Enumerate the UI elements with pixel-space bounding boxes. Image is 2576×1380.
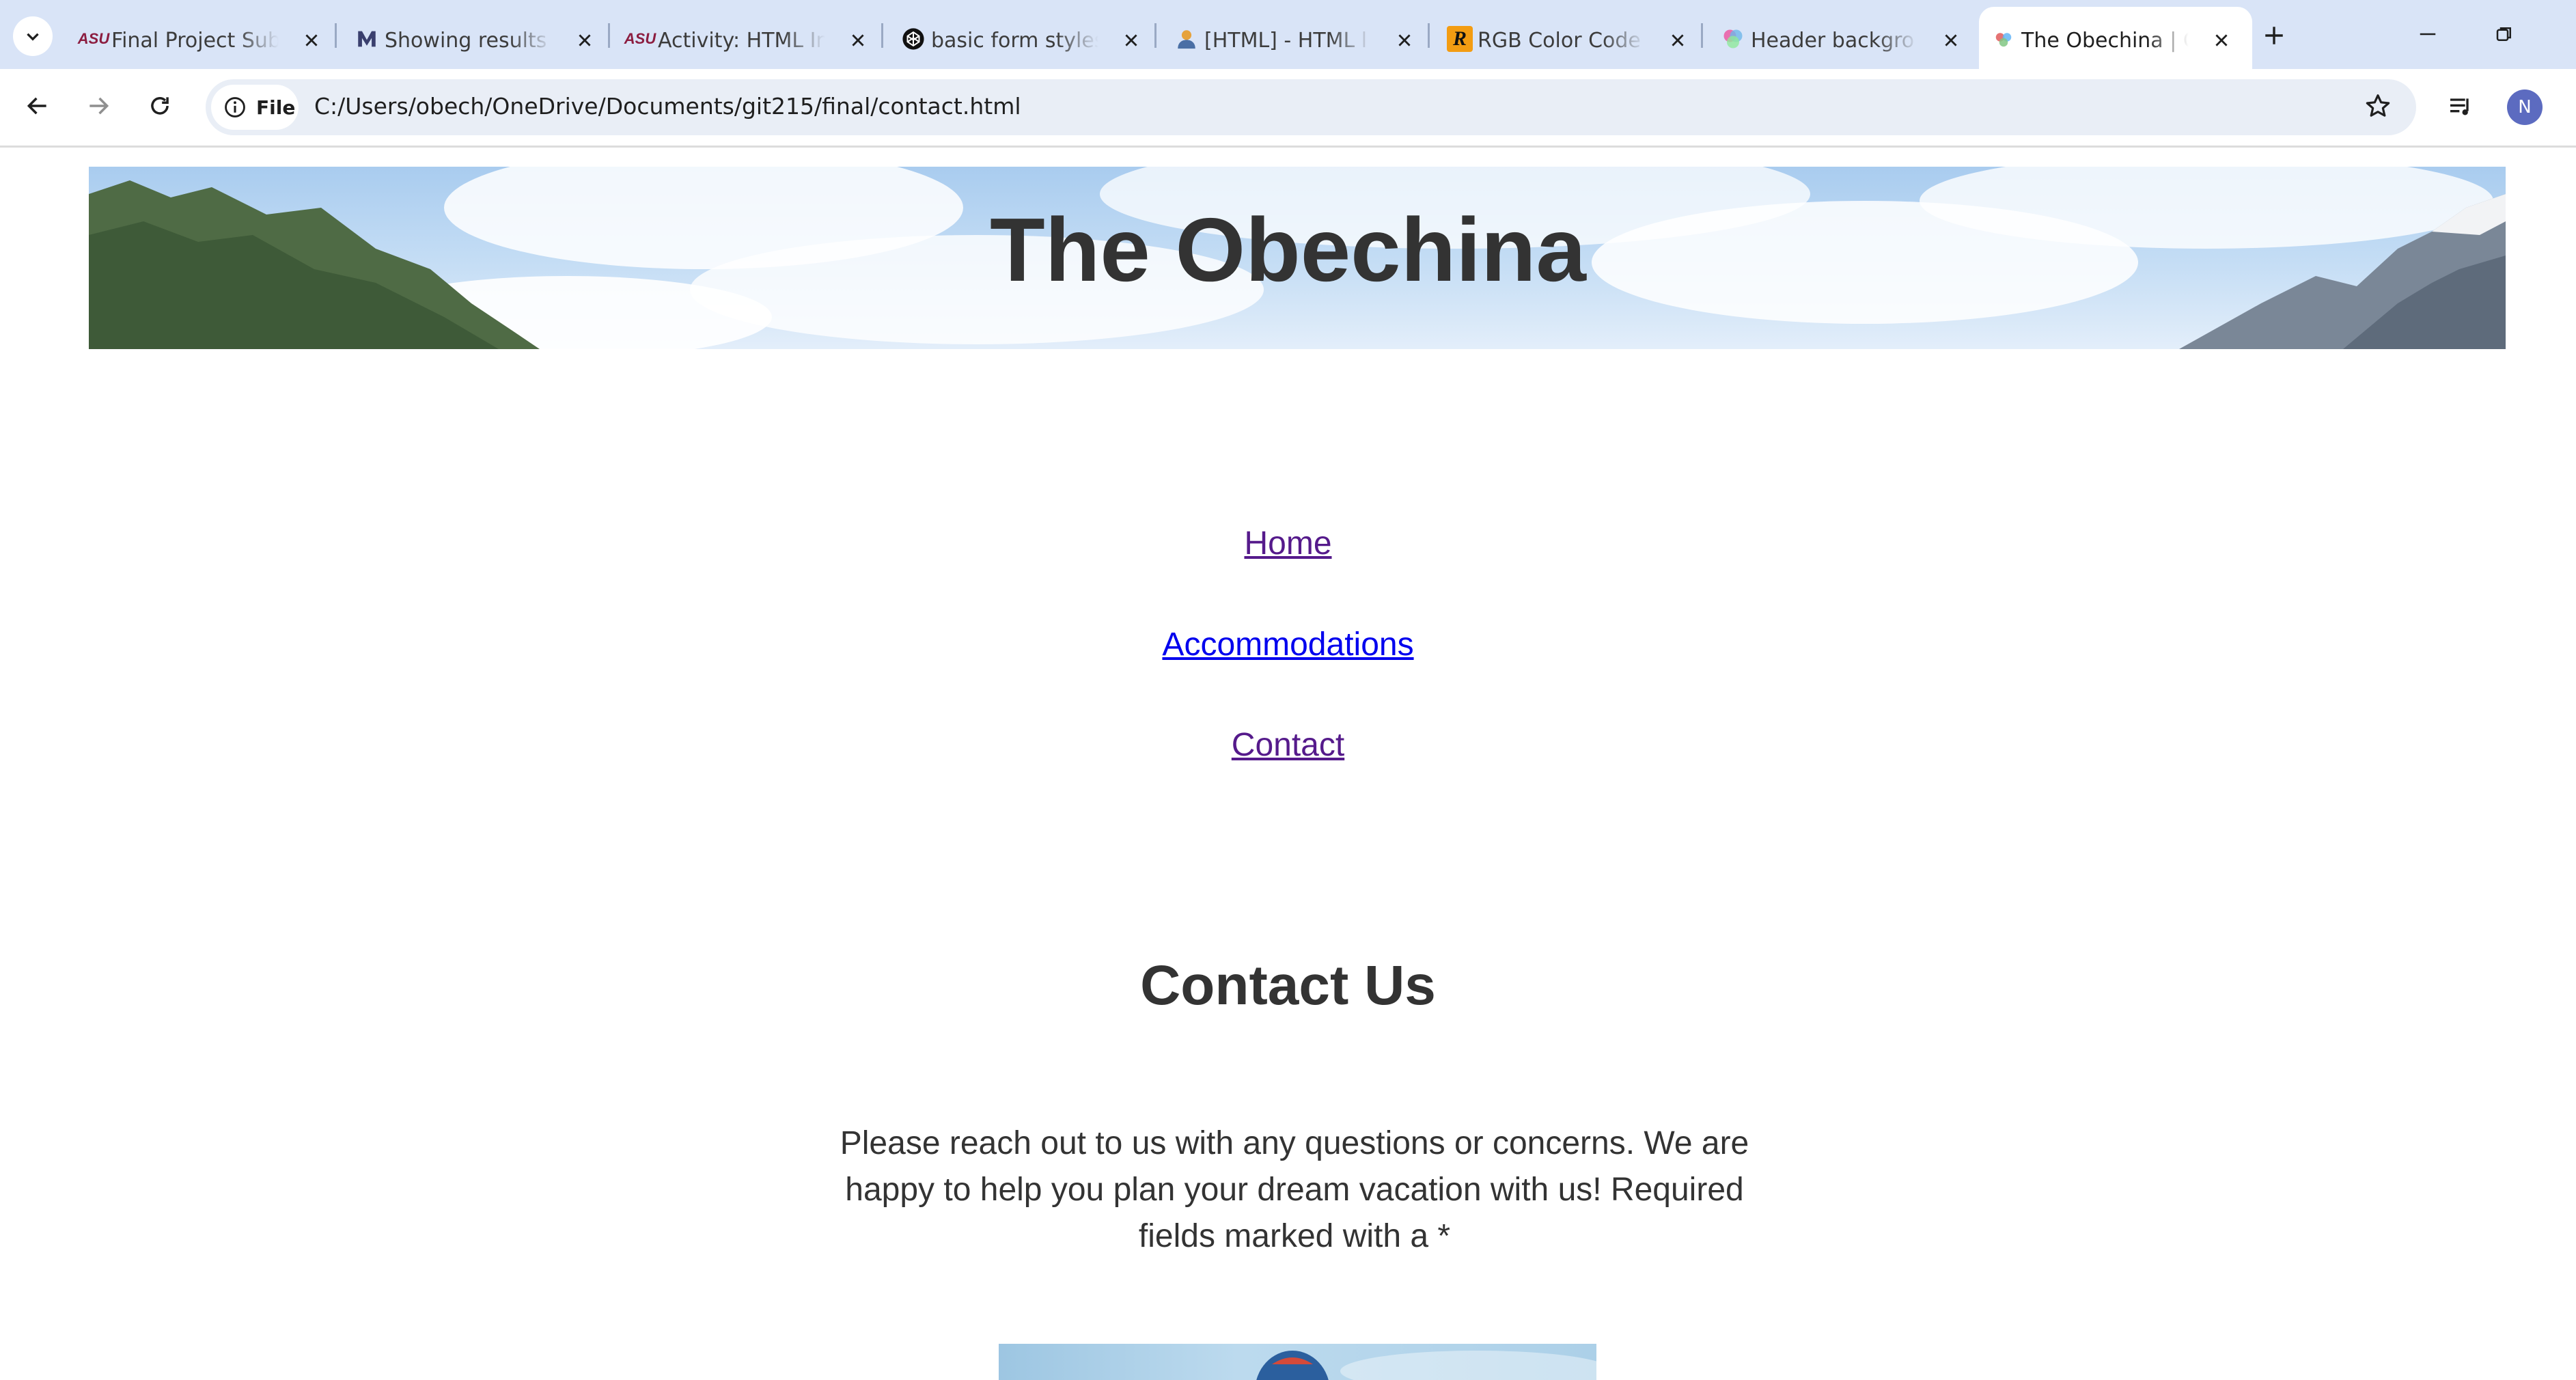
info-icon [225, 97, 245, 118]
rapidtables-logo-text: R [1452, 27, 1467, 50]
balloon-sky-illustration [1256, 1351, 1596, 1380]
tab-title: Activity: HTML In [658, 29, 825, 53]
nav-item-home: Home [0, 525, 2576, 562]
nav-item-accommodations: Accommodations [0, 626, 2576, 663]
page-icon [1991, 26, 2017, 52]
asu-logo-icon: ASU [624, 26, 656, 52]
close-tab-icon[interactable] [1666, 29, 1689, 52]
nav-link-contact[interactable]: Contact [1232, 727, 1344, 763]
tab-final-project[interactable]: ASU Final Project Sub [69, 7, 342, 69]
tab-strip: ASU Final Project Sub Showing results f … [0, 0, 2576, 69]
tab-obechina-contact[interactable]: The Obechina | C [1979, 7, 2252, 69]
tab-title: Header backgro [1751, 29, 1915, 53]
nav-item-contact: Contact [0, 726, 2576, 764]
nav-link-home[interactable]: Home [1244, 525, 1331, 562]
plus-icon [2265, 27, 2283, 44]
url-text[interactable]: C:/Users/obech/OneDrive/Documents/git215… [314, 93, 1021, 120]
tab-title: RGB Color Code [1478, 29, 1641, 53]
tab-title: Final Project Sub [111, 29, 279, 53]
asu-logo-icon: ASU [77, 26, 110, 52]
tab-rgb-color-codes[interactable]: R RGB Color Code [1435, 7, 1708, 69]
tab-separator [1154, 23, 1157, 48]
forward-button[interactable] [78, 85, 119, 126]
media-controls-button[interactable] [2442, 88, 2479, 125]
contact-heading: Contact Us [1140, 954, 1436, 1017]
site-title: The Obechina [990, 199, 1586, 300]
restore-icon [2496, 27, 2511, 41]
close-tab-icon[interactable] [1939, 29, 1963, 52]
contact-hero-image [999, 1344, 1596, 1380]
tab-separator [1428, 23, 1430, 48]
close-tab-icon[interactable] [1120, 29, 1143, 52]
address-bar[interactable]: File C:/Users/obech/OneDrive/Documents/g… [206, 79, 2416, 135]
tab-showing-results[interactable]: Showing results f [342, 7, 615, 69]
tab-title: [HTML] - HTML l [1204, 29, 1368, 53]
nav-link-accommodations[interactable]: Accommodations [1162, 626, 1413, 663]
close-tab-icon[interactable] [846, 29, 870, 52]
close-tab-icon[interactable] [573, 29, 596, 52]
arrow-right-icon [89, 97, 109, 115]
rapidtables-icon: R [1447, 26, 1473, 52]
intro-paragraph: Please reach out to us with any question… [840, 1125, 1749, 1254]
tab-separator [335, 23, 337, 48]
minimize-icon [2420, 33, 2436, 36]
asu-logo-text: ASU [624, 30, 656, 47]
reload-icon [151, 97, 169, 115]
minimize-button[interactable] [2407, 17, 2448, 51]
person-icon [1174, 26, 1200, 52]
back-button[interactable] [17, 85, 58, 126]
tab-html-reference[interactable]: [HTML] - HTML l [1162, 7, 1435, 69]
close-tab-icon[interactable] [300, 29, 323, 52]
tab-separator [608, 23, 610, 48]
site-info-chip[interactable]: File [211, 85, 299, 130]
tab-title: basic form styles [931, 29, 1098, 53]
restore-button[interactable] [2484, 17, 2525, 51]
chevron-down-icon [27, 33, 39, 41]
codepen-icon [900, 26, 926, 52]
asu-logo-text: ASU [77, 30, 110, 47]
browser-toolbar: File C:/Users/obech/OneDrive/Documents/g… [0, 69, 2576, 148]
bookmark-button[interactable] [2360, 88, 2396, 124]
tab-separator [881, 23, 883, 48]
playlist-icon [2450, 98, 2469, 115]
tab-search-button[interactable] [13, 16, 53, 56]
tab-title: Showing results f [385, 29, 552, 53]
close-tab-icon[interactable] [1393, 29, 1416, 52]
file-label: File [256, 96, 296, 119]
tab-separator [1701, 23, 1703, 48]
star-icon [2366, 94, 2390, 117]
gradient-icon [1720, 26, 1746, 52]
new-tab-button[interactable] [2258, 19, 2290, 52]
tab-activity-html[interactable]: ASU Activity: HTML In [615, 7, 889, 69]
tab-header-background[interactable]: Header backgro [1708, 7, 1982, 69]
tab-basic-form-styles[interactable]: basic form styles [889, 7, 1162, 69]
arrow-left-icon [27, 97, 46, 115]
reload-button[interactable] [139, 85, 180, 126]
close-tab-icon[interactable] [2210, 29, 2233, 52]
close-window-button[interactable] [2559, 17, 2573, 51]
library-logo-icon [354, 26, 380, 52]
profile-avatar[interactable]: N [2507, 89, 2543, 125]
tab-title: The Obechina | C [2021, 29, 2189, 53]
